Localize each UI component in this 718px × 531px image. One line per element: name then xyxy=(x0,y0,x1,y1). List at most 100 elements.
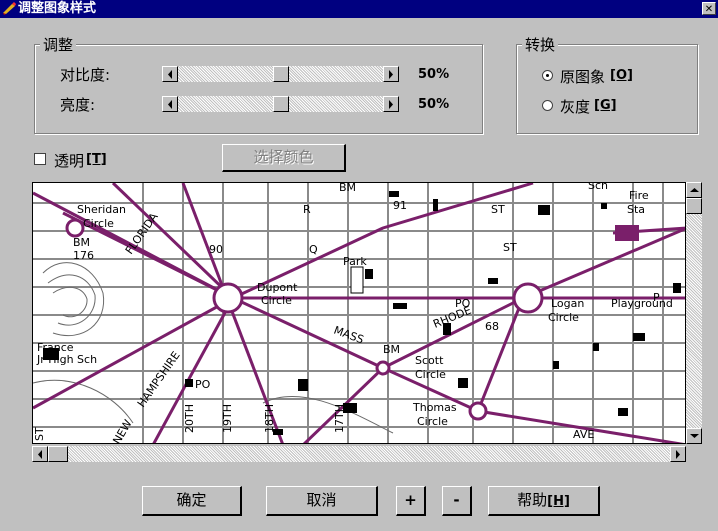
map-horizontal-scrollbar[interactable] xyxy=(32,446,686,462)
map-label: Scott xyxy=(415,354,444,367)
cancel-label: 取消 xyxy=(306,491,337,509)
map-label: P xyxy=(653,291,660,304)
transparent-checkbox[interactable] xyxy=(34,153,46,165)
map-vertical-scrollbar[interactable] xyxy=(686,182,702,444)
radio-grayscale-shortcut: [G] xyxy=(594,98,617,113)
brightness-slider-thumb[interactable] xyxy=(273,96,289,112)
transparent-checkbox-row[interactable]: 透明 [T] xyxy=(34,150,134,170)
contrast-decrease-button[interactable] xyxy=(162,66,178,82)
map-label: Circle xyxy=(548,311,579,324)
radio-grayscale-label: 灰度 xyxy=(560,98,591,116)
app-icon xyxy=(3,2,16,15)
brightness-slider[interactable] xyxy=(162,96,399,112)
map-label: Circle xyxy=(83,217,114,230)
radio-original[interactable]: 原图象 [O] xyxy=(542,66,662,86)
contrast-slider[interactable] xyxy=(162,66,399,82)
map-label: 20TH xyxy=(183,404,196,433)
map-label: ST xyxy=(491,203,505,216)
map-label: Fire xyxy=(629,189,649,202)
arrow-right-icon xyxy=(676,450,680,459)
map-label: Sch xyxy=(588,183,608,192)
close-button[interactable]: ✕ xyxy=(702,2,716,15)
map-label: Logan xyxy=(551,297,584,310)
adjust-group xyxy=(34,44,483,134)
arrow-right-icon xyxy=(389,70,393,79)
dialog-window: 调整图象样式 ✕ 调整 对比度: 50% 亮度: 50% 转换 原图象 [O] … xyxy=(0,0,718,531)
map-label: R xyxy=(303,203,311,216)
map-label: Sheridan xyxy=(77,203,126,216)
map-preview[interactable]: Sheridan Circle BM 176 Dupont Circle Par… xyxy=(32,182,686,444)
map-label: ST xyxy=(33,427,46,441)
contrast-increase-button[interactable] xyxy=(383,66,399,82)
map-label: Circle xyxy=(415,368,446,381)
scroll-up-button[interactable] xyxy=(686,182,702,198)
zoom-in-button[interactable]: + xyxy=(396,486,426,516)
map-label: 68 xyxy=(485,320,499,333)
ok-label: 确定 xyxy=(176,491,207,509)
zoom-out-button[interactable]: - xyxy=(442,486,472,516)
radio-original-button[interactable] xyxy=(542,70,553,81)
vertical-scroll-thumb[interactable] xyxy=(686,198,702,214)
arrow-left-icon xyxy=(38,450,42,459)
contrast-label: 对比度: xyxy=(60,66,111,84)
map-label: 176 xyxy=(73,249,94,262)
map-label: AVE xyxy=(573,428,594,441)
contrast-slider-thumb[interactable] xyxy=(273,66,289,82)
help-shortcut: [H] xyxy=(547,494,570,509)
map-label: Jr High Sch xyxy=(36,353,97,366)
choose-color-label: 选择颜色 xyxy=(253,148,314,166)
zoom-in-label: + xyxy=(404,491,417,509)
help-button[interactable]: 帮助[H] xyxy=(488,486,600,516)
zoom-out-label: - xyxy=(453,491,460,509)
arrow-up-icon xyxy=(690,188,699,192)
ok-button[interactable]: 确定 xyxy=(142,486,242,516)
brightness-decrease-button[interactable] xyxy=(162,96,178,112)
scroll-left-button[interactable] xyxy=(32,446,48,462)
transparent-label: 透明 xyxy=(54,152,85,170)
map-label: 17TH xyxy=(333,404,346,433)
arrow-right-icon xyxy=(389,100,393,109)
map-label: ST xyxy=(503,241,517,254)
map-label: Dupont xyxy=(257,281,298,294)
map-label: Park xyxy=(343,255,367,268)
close-icon: ✕ xyxy=(704,4,714,15)
map-label: Circle xyxy=(417,415,448,428)
map-label: Circle xyxy=(261,294,292,307)
map-label: 18TH xyxy=(263,404,276,433)
title-bar[interactable]: 调整图象样式 ✕ xyxy=(0,0,718,18)
scroll-corner xyxy=(686,446,702,462)
brightness-value: 50% xyxy=(418,97,450,112)
map-label: BM xyxy=(383,343,400,356)
transparent-shortcut: [T] xyxy=(86,152,107,167)
map-label: Thomas xyxy=(412,401,457,414)
map-label: 19TH xyxy=(221,404,234,433)
map-label: Sta xyxy=(627,203,645,216)
help-label: 帮助 xyxy=(517,491,548,509)
convert-group-legend: 转换 xyxy=(522,34,559,55)
brightness-increase-button[interactable] xyxy=(383,96,399,112)
map-label: PO xyxy=(195,378,211,391)
arrow-left-icon xyxy=(168,100,172,109)
map-label: 90 xyxy=(209,243,223,256)
radio-original-shortcut: [O] xyxy=(610,68,633,83)
map-label: Playground xyxy=(611,297,673,310)
map-label: PO xyxy=(455,297,471,310)
contrast-value: 50% xyxy=(418,67,450,82)
map-label: 91 xyxy=(393,199,407,212)
horizontal-scroll-thumb[interactable] xyxy=(48,446,68,462)
cancel-button[interactable]: 取消 xyxy=(266,486,378,516)
scroll-right-button[interactable] xyxy=(670,446,686,462)
arrow-left-icon xyxy=(168,70,172,79)
radio-original-label: 原图象 xyxy=(560,68,606,86)
choose-color-button[interactable]: 选择颜色 xyxy=(222,144,346,172)
window-title: 调整图象样式 xyxy=(18,1,97,16)
map-label: BM xyxy=(339,183,356,194)
convert-group xyxy=(516,44,698,134)
arrow-down-icon xyxy=(690,434,699,438)
map-label: Q xyxy=(309,243,318,256)
adjust-group-legend: 调整 xyxy=(40,34,77,55)
radio-grayscale-button[interactable] xyxy=(542,100,553,111)
scroll-down-button[interactable] xyxy=(686,428,702,444)
radio-grayscale[interactable]: 灰度 [G] xyxy=(542,96,662,116)
map-label: BM xyxy=(73,236,90,249)
